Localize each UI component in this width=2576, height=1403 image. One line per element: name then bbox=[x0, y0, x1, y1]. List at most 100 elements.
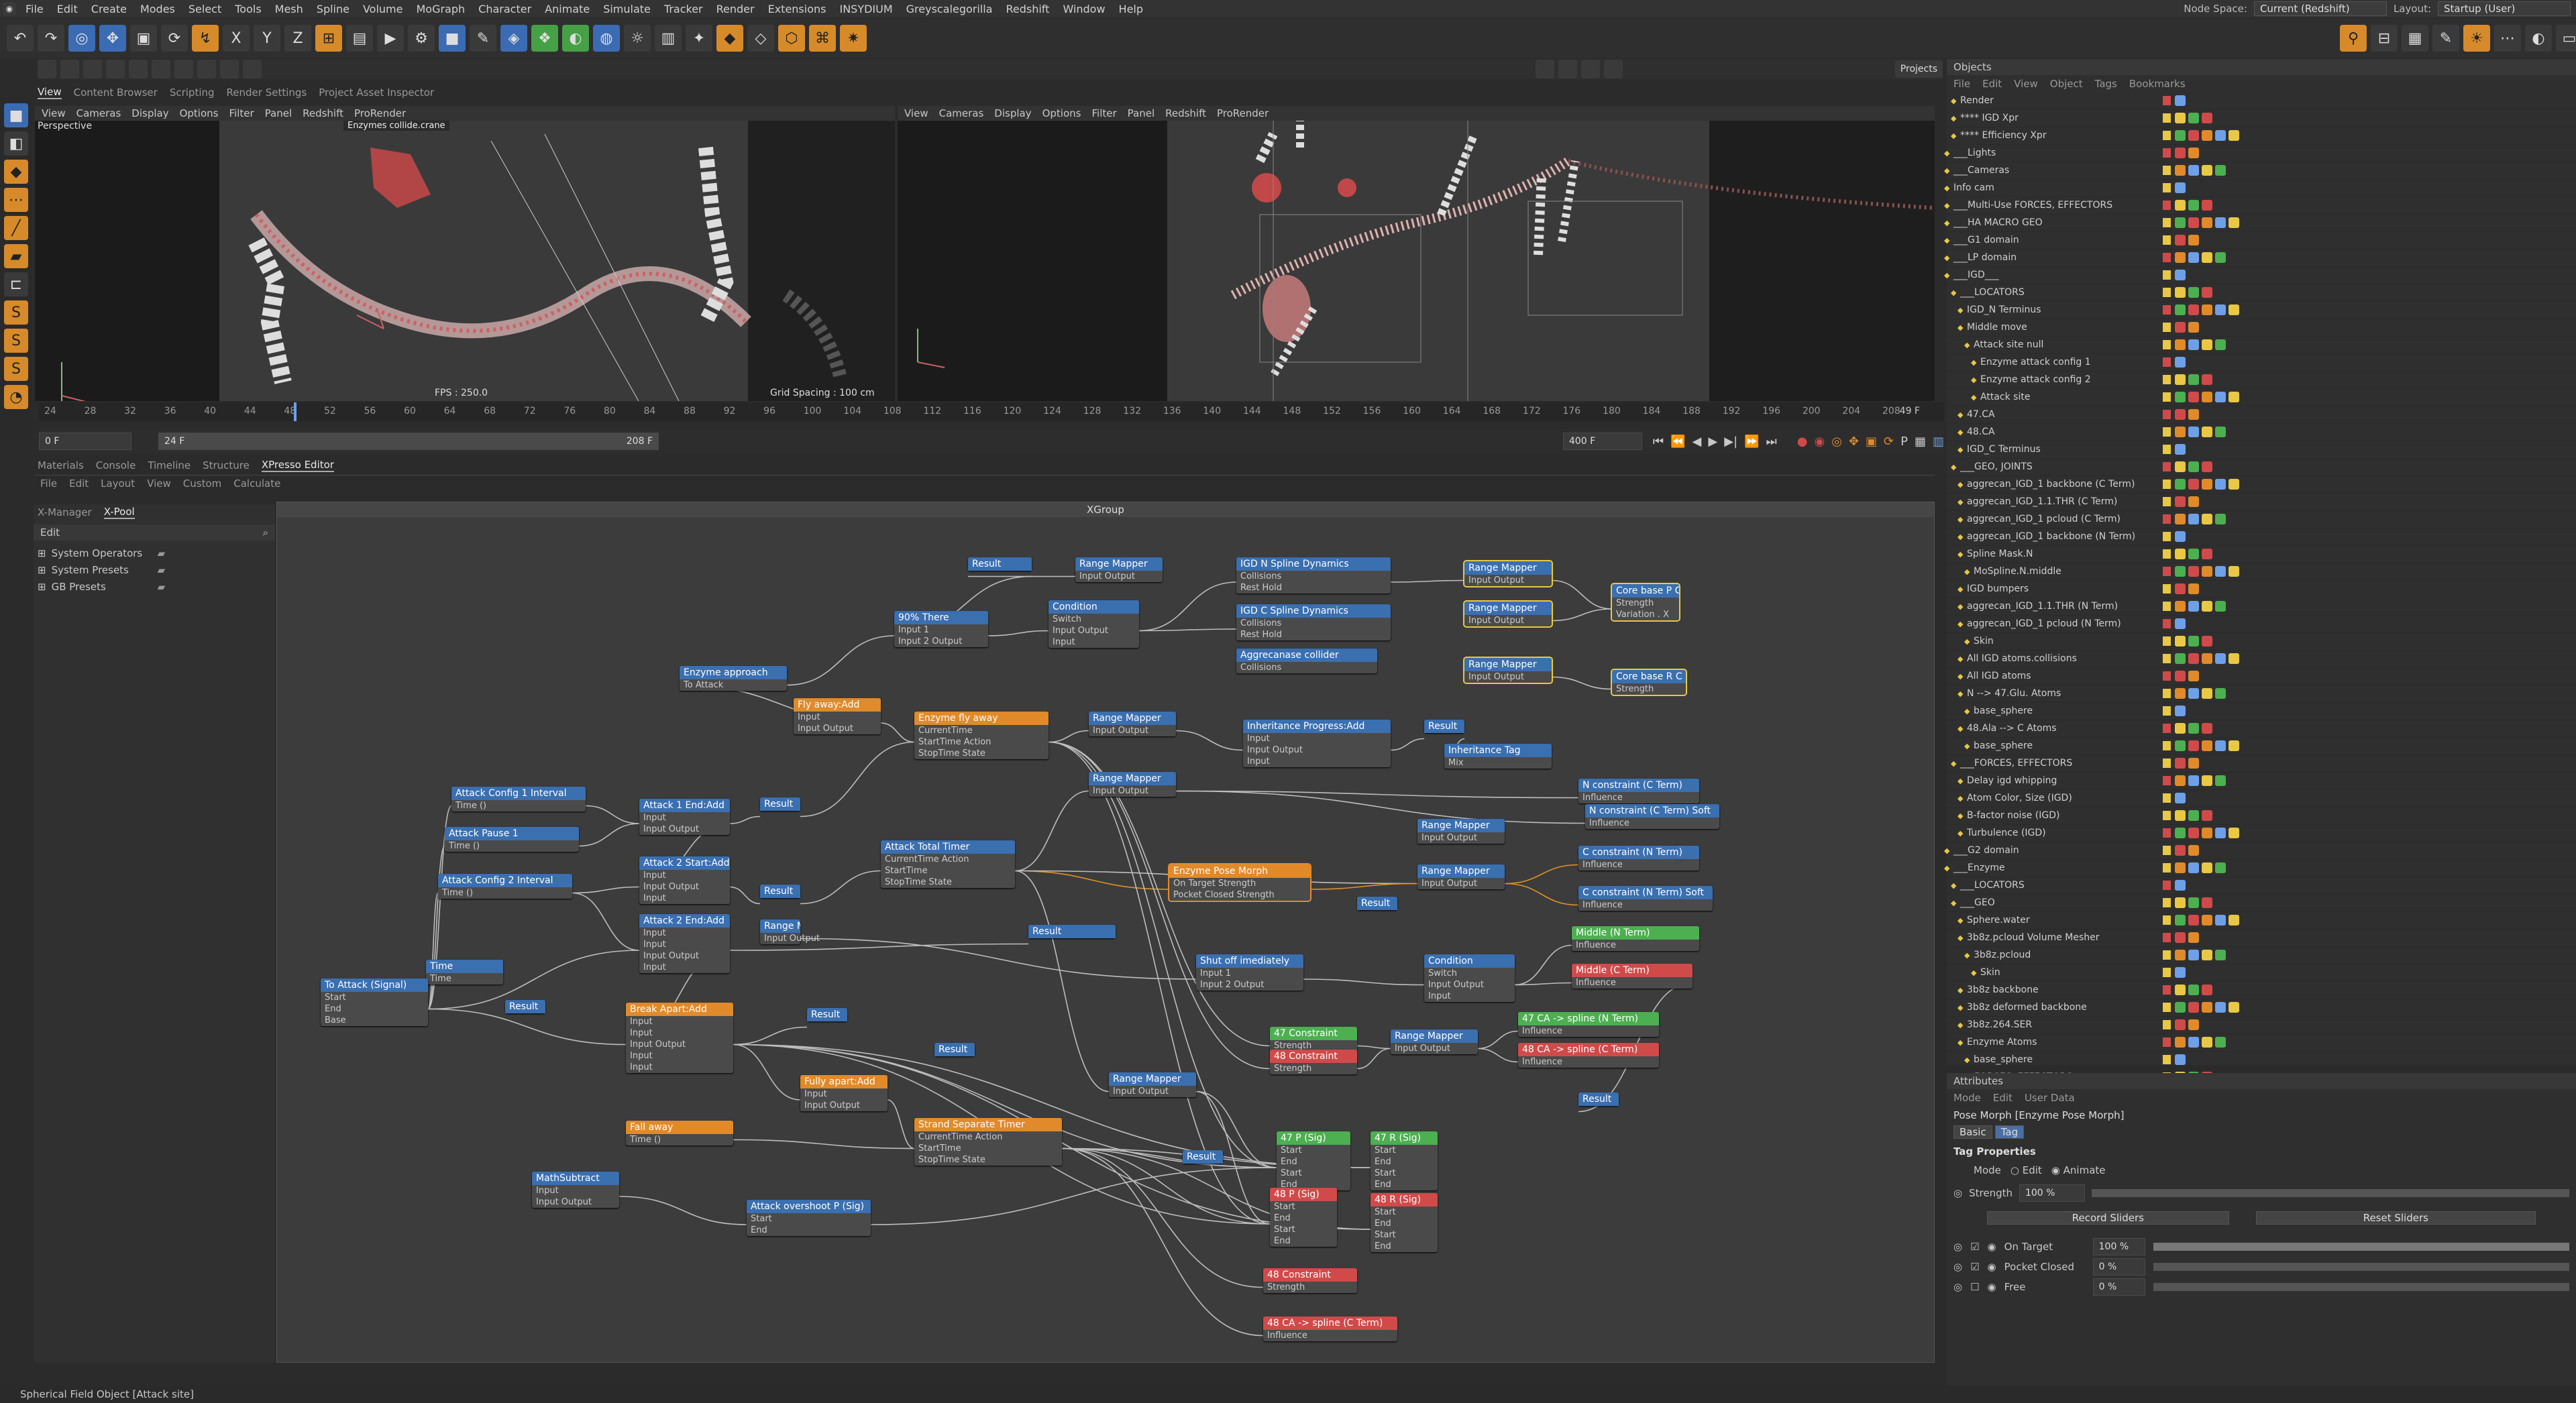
menu-select[interactable]: Select bbox=[182, 3, 228, 15]
tag-icon[interactable] bbox=[2175, 880, 2186, 891]
xpresso-node[interactable]: Range MapperInput Output bbox=[1089, 772, 1176, 797]
node-port[interactable]: Time () bbox=[445, 840, 579, 852]
tag-icon[interactable] bbox=[2188, 392, 2199, 402]
xpresso-node[interactable]: Range MapperInput Output bbox=[1417, 864, 1505, 889]
node-port[interactable]: CurrentTime bbox=[914, 725, 1049, 736]
xpresso-node[interactable]: Result bbox=[505, 1000, 545, 1013]
tag-icon[interactable] bbox=[2188, 601, 2199, 612]
xpresso-node[interactable]: Result bbox=[968, 557, 1032, 571]
xpresso-node[interactable]: Attack 2 End:Add Input Input Input Output In… bbox=[639, 914, 730, 973]
snap-vertex-icon[interactable]: S bbox=[4, 357, 28, 381]
node-port[interactable]: Collisions bbox=[1236, 618, 1391, 629]
texture-mode-icon[interactable]: ◆ bbox=[4, 160, 28, 184]
visibility-icon[interactable] bbox=[2163, 183, 2171, 192]
tag-icon[interactable] bbox=[2202, 130, 2212, 141]
tag-icon[interactable] bbox=[2188, 845, 2199, 856]
node-port[interactable]: Input bbox=[1424, 991, 1515, 1002]
node-port[interactable]: End bbox=[1371, 1179, 1438, 1190]
node-port[interactable]: End bbox=[1270, 1213, 1337, 1224]
tag-icon[interactable] bbox=[2202, 217, 2212, 228]
morph-checkbox[interactable]: ☑ bbox=[1970, 1261, 1979, 1273]
node-port[interactable]: Input 1 bbox=[1196, 968, 1303, 979]
node-port[interactable]: Input bbox=[532, 1185, 619, 1196]
tag-icon[interactable] bbox=[2202, 862, 2212, 873]
tag-icon[interactable] bbox=[2175, 444, 2186, 455]
visibility-icon[interactable] bbox=[2163, 828, 2171, 838]
xpresso-node[interactable]: Attack Config 1 Interval Time () bbox=[451, 787, 586, 811]
object-row[interactable]: ◆ ___LOCATORS bbox=[1947, 284, 2576, 302]
visibility-icon[interactable] bbox=[2163, 567, 2171, 576]
node-port[interactable]: CurrentTime Action bbox=[881, 854, 1015, 865]
node-port[interactable]: Strength bbox=[1612, 598, 1679, 609]
node-port[interactable]: Input Output bbox=[1417, 878, 1505, 889]
menu-extensions[interactable]: Extensions bbox=[761, 3, 833, 15]
xpresso-node[interactable]: C constraint (N Term) Soft Influence bbox=[1578, 886, 1713, 911]
node-port[interactable]: Collisions bbox=[1236, 662, 1377, 673]
xpresso-node[interactable]: Core base R C Strength bbox=[1611, 669, 1687, 696]
node-port[interactable]: Input Output bbox=[1424, 979, 1515, 991]
tag-icon[interactable] bbox=[2175, 862, 2186, 873]
menu-create[interactable]: Create bbox=[85, 3, 133, 15]
tab-top-3[interactable]: Render Settings bbox=[227, 87, 307, 99]
tag-icon[interactable] bbox=[2175, 200, 2186, 211]
xpool-tab-1[interactable]: X-Pool bbox=[103, 506, 135, 519]
tag-icon[interactable] bbox=[2188, 862, 2199, 873]
node-port[interactable]: StopTime State bbox=[914, 1154, 1062, 1166]
xpresso-node[interactable]: IGD N Spline Dynamics Collisions Rest Hold bbox=[1236, 557, 1391, 594]
xpresso-menu-layout[interactable]: Layout bbox=[101, 478, 135, 490]
viewport-menu-filter[interactable]: Filter bbox=[1091, 107, 1116, 119]
go-end-icon[interactable]: ⏭ bbox=[1766, 435, 1777, 449]
move-icon[interactable]: ✥ bbox=[99, 25, 126, 52]
tag-icon[interactable] bbox=[2175, 967, 2186, 978]
viewport-menu-redshift[interactable]: Redshift bbox=[303, 107, 343, 119]
tag-icon[interactable] bbox=[2175, 113, 2186, 123]
mode-icon[interactable] bbox=[38, 60, 56, 78]
node-port[interactable]: Time () bbox=[626, 1134, 733, 1145]
tag-icon[interactable] bbox=[2175, 235, 2186, 245]
tag-icon[interactable] bbox=[2175, 828, 2186, 838]
expand-icon[interactable]: ⊞ bbox=[38, 581, 46, 598]
tag-icon[interactable] bbox=[2175, 270, 2186, 280]
visibility-icon[interactable] bbox=[2163, 270, 2171, 280]
object-row[interactable]: ◆ IGD_N Terminus bbox=[1947, 302, 2576, 319]
max-frame-field[interactable]: 208 F bbox=[466, 433, 659, 450]
visibility-icon[interactable] bbox=[2163, 1020, 2171, 1029]
panel-tab-1[interactable]: Console bbox=[96, 459, 136, 471]
xpresso-node[interactable]: Result bbox=[1028, 925, 1116, 938]
xpresso-node[interactable]: 48 R (Sig) Start End Start End bbox=[1371, 1193, 1438, 1252]
record-icon[interactable]: ● bbox=[1797, 435, 1808, 449]
visibility-icon[interactable] bbox=[2163, 898, 2171, 907]
node-port[interactable]: StartTime bbox=[914, 1143, 1062, 1154]
visibility-icon[interactable] bbox=[2163, 968, 2171, 977]
visibility-icon[interactable] bbox=[2163, 305, 2171, 315]
point-mode-icon[interactable]: ⋯ bbox=[4, 188, 28, 212]
node-port[interactable]: Input Output bbox=[800, 1100, 888, 1111]
node-port[interactable]: Time () bbox=[438, 887, 572, 899]
viewport-menu-options[interactable]: Options bbox=[180, 107, 219, 119]
scale-icon[interactable]: ▣ bbox=[130, 25, 157, 52]
visibility-icon[interactable] bbox=[2163, 201, 2171, 210]
tag-icon[interactable] bbox=[2175, 706, 2186, 716]
menu-tracker[interactable]: Tracker bbox=[657, 3, 710, 15]
node-port[interactable]: Start bbox=[747, 1213, 871, 1225]
tag-icon[interactable] bbox=[2175, 810, 2186, 821]
node-port[interactable]: Influence bbox=[1518, 1025, 1659, 1037]
menu-file[interactable]: File bbox=[19, 3, 50, 15]
tag-icon[interactable] bbox=[2175, 148, 2186, 158]
tag-icon[interactable] bbox=[2175, 583, 2186, 594]
tag-icon[interactable] bbox=[2215, 479, 2226, 490]
node-port[interactable]: Strength bbox=[1612, 683, 1686, 695]
xpresso-node[interactable]: Aggrecanase collider Collisions bbox=[1236, 649, 1377, 673]
tag-icon[interactable] bbox=[2175, 723, 2186, 734]
tag-icon[interactable] bbox=[2175, 339, 2186, 350]
node-port[interactable]: Strength bbox=[1263, 1282, 1357, 1293]
node-port[interactable]: Input Output bbox=[532, 1196, 619, 1208]
object-row[interactable]: ◆ 3b8z backbone bbox=[1947, 982, 2576, 999]
xpresso-node[interactable]: Range MapperInput Output bbox=[1417, 819, 1505, 844]
tag-icon[interactable] bbox=[2175, 985, 2186, 995]
tab-top-0[interactable]: View bbox=[38, 86, 62, 99]
object-row[interactable]: ◆ aggrecan_IGD_1.1.THR (C Term) bbox=[1947, 494, 2576, 511]
tag-icon[interactable] bbox=[2188, 897, 2199, 908]
xpresso-node[interactable]: Range MapperInput Output bbox=[760, 919, 820, 944]
cube-icon[interactable]: ■ bbox=[439, 25, 466, 52]
